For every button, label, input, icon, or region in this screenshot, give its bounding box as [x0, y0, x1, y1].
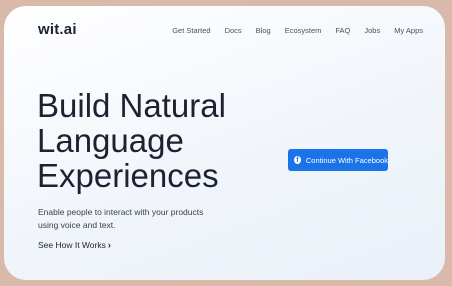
hero-subtext: Enable people to interact with your prod…: [38, 207, 204, 230]
nav-docs[interactable]: Docs: [225, 26, 242, 35]
chevron-right-icon: ›: [107, 240, 111, 250]
headline-line-1: Build Natural: [37, 87, 226, 124]
hero-headline: Build Natural Language Experiences: [37, 88, 226, 193]
facebook-button-label: Continue With Facebook: [305, 155, 388, 165]
continue-with-facebook-button[interactable]: f Continue With Facebook: [288, 149, 388, 171]
wit-ai-logo[interactable]: wit.ai: [38, 21, 77, 38]
nav-blog[interactable]: Blog: [256, 26, 271, 35]
page-card: wit.ai Get Started Docs Blog Ecosystem F…: [4, 6, 445, 280]
headline-line-3: Experiences: [37, 157, 219, 194]
top-nav: Get Started Docs Blog Ecosystem FAQ Jobs…: [172, 26, 423, 35]
nav-ecosystem[interactable]: Ecosystem: [285, 26, 322, 35]
see-how-it-works-label: See How It Works: [38, 240, 106, 250]
nav-faq[interactable]: FAQ: [335, 26, 350, 35]
headline-line-2: Language: [37, 122, 184, 159]
nav-jobs[interactable]: Jobs: [364, 26, 380, 35]
nav-my-apps[interactable]: My Apps: [394, 26, 423, 35]
see-how-it-works-link[interactable]: See How It Works ›: [38, 240, 111, 250]
facebook-icon: f: [294, 156, 301, 164]
nav-get-started[interactable]: Get Started: [172, 26, 210, 35]
